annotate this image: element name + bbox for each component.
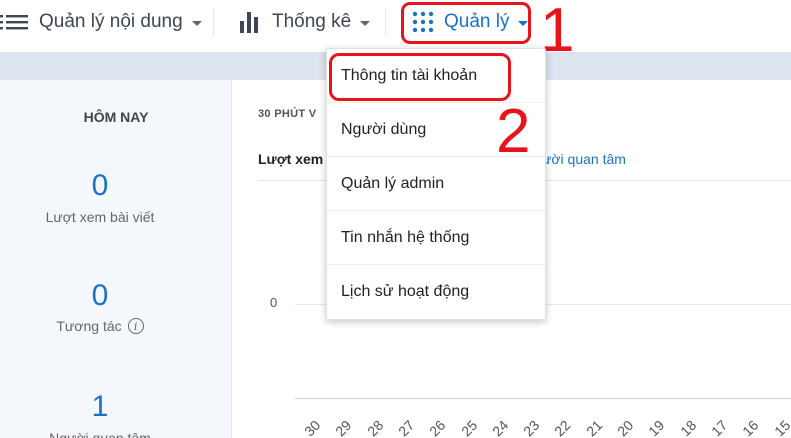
info-icon[interactable]: i <box>127 318 144 334</box>
stat-interactions-label: Tương tác i <box>0 318 200 334</box>
stat-post-views-value: 0 <box>91 169 109 202</box>
nav-divider <box>213 8 214 36</box>
x-tick-label: 19 <box>645 416 668 438</box>
annotation-highlight-manage <box>401 2 531 44</box>
x-tick-label: 24 <box>488 416 512 438</box>
x-tick-label: 27 <box>394 416 418 438</box>
nav-content-management[interactable]: Quản lý nội dung <box>0 0 202 44</box>
tab-views[interactable]: Lượt xem <box>258 151 323 167</box>
stat-post-views-label: Lượt xem bài viết <box>0 209 200 225</box>
nav-content-management-label: Quản lý nội dung <box>39 11 183 32</box>
x-axis <box>295 398 791 399</box>
x-tick-label: 28 <box>363 416 386 438</box>
stat-followers-label: Người quan tâm <box>0 430 200 438</box>
x-tick-label: 26 <box>426 416 449 438</box>
x-tick-label: 18 <box>676 416 699 438</box>
x-tick-label: 16 <box>739 416 762 438</box>
x-tick-label: 15 <box>770 416 791 438</box>
annotation-step-2: 2 <box>496 97 531 166</box>
stat-followers-text: Người quan tâm <box>49 430 151 438</box>
menu-item-activity-history[interactable]: Lịch sử hoạt động <box>327 265 545 319</box>
x-tick-label: 20 <box>614 416 637 438</box>
today-stats-panel: HÔM NAY 0 Lượt xem bài viết 0 Tương tác … <box>0 80 232 438</box>
x-tick-label: 23 <box>520 416 543 438</box>
stat-interactions-text: Tương tác <box>56 318 122 334</box>
nav-statistics[interactable]: Thống kê <box>239 0 371 44</box>
bar-chart-icon <box>239 10 263 34</box>
x-tick-label: 29 <box>332 416 355 438</box>
stat-interactions-value: 0 <box>91 279 109 312</box>
x-tick-label: 25 <box>457 416 480 438</box>
list-icon <box>0 12 30 32</box>
stat-followers-value: 1 <box>91 390 109 423</box>
nav-divider <box>385 8 386 36</box>
today-heading: HÔM NAY <box>83 109 149 125</box>
chevron-down-icon <box>191 20 202 26</box>
stat-post-views-text: Lượt xem bài viết <box>45 209 155 225</box>
tab-followers[interactable]: ười quan tâm <box>542 151 626 167</box>
chart-title: 30 PHÚT V <box>258 108 317 120</box>
y-tick-label: 0 <box>270 295 278 310</box>
x-tick-label: 30 <box>301 416 324 438</box>
top-navigation: Quản lý nội dung Thống kê Quản lý <box>0 0 791 52</box>
menu-item-system-messages[interactable]: Tin nhắn hệ thống <box>327 211 545 265</box>
nav-statistics-label: Thống kê <box>272 11 352 32</box>
x-tick-label: 17 <box>707 416 731 438</box>
annotation-highlight-account-info <box>329 53 511 101</box>
x-tick-label: 21 <box>582 416 606 438</box>
chevron-down-icon <box>360 20 371 26</box>
x-tick-label: 22 <box>551 416 574 438</box>
